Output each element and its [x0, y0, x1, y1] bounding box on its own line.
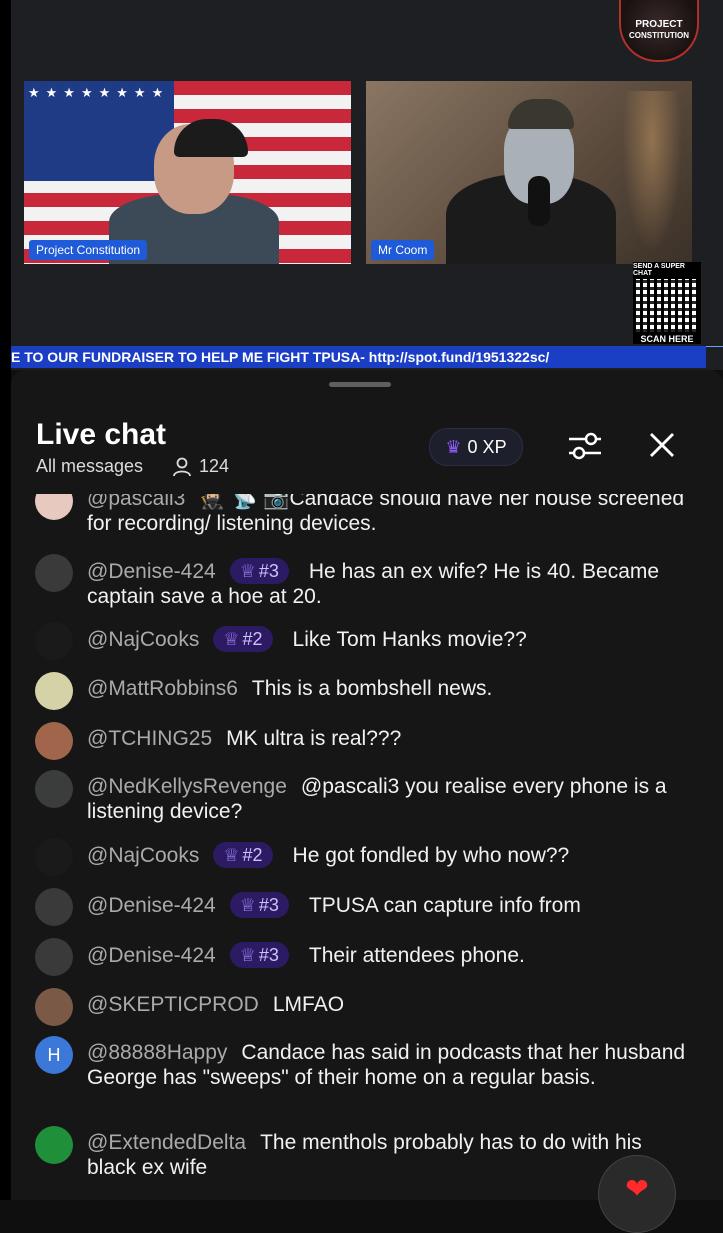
rank-badge-label: #3 [258, 945, 279, 965]
avatar[interactable]: H [35, 1036, 73, 1074]
guest-cap [508, 99, 574, 129]
camera-feed-1: ★★★★★★★★★★★★★★★★★★★★★★★★★★★★★★★★★★★★★★★★… [24, 81, 351, 264]
left-edge [0, 0, 11, 1200]
message-author[interactable]: @MattRobbins6 [87, 677, 238, 700]
message-author[interactable]: @Denise-424 [87, 894, 216, 917]
super-chat-qr: SEND A SUPER CHAT SCAN HERE [633, 262, 701, 344]
avatar[interactable] [35, 672, 73, 710]
message-body: @Denise-424 ♕ #3 He has an ex wife? He is 4… [87, 558, 695, 609]
message-list[interactable]: @pascali3 🥷🏼 📡 📷Candace should have her h… [11, 494, 723, 1200]
avatar[interactable] [35, 554, 73, 592]
logo-text-1: PROJECT [635, 19, 683, 30]
qr-caption-bottom: SCAN HERE [640, 334, 694, 344]
message-body: @NajCooks ♕ #2 Like Tom Hanks movie?? [87, 626, 695, 652]
heart-icon: ❤ [625, 1173, 649, 1204]
message-text: Their attendees phone. [308, 944, 525, 967]
avatar[interactable] [35, 838, 73, 876]
rank-badge-label: #2 [242, 845, 263, 865]
close-icon[interactable] [645, 428, 679, 462]
crown-icon: ♕ [239, 561, 256, 581]
viewer-count-value: 124 [199, 456, 230, 476]
stream-video[interactable]: PROJECT CONSTITUTION ★★★★★★★★★★★★★★★★★★★… [11, 0, 723, 370]
microphone [528, 176, 550, 226]
rank-badge: ♕ #3 [229, 942, 289, 968]
flag-stars: ★★★★★★★★★★★★★★★★★★★★★★★★★★★★★★★★★★★★★★★★… [28, 85, 170, 100]
avatar[interactable] [35, 988, 73, 1026]
rank-badge-label: #3 [258, 561, 279, 581]
rank-badge: ♕ #3 [229, 558, 289, 584]
tune-icon[interactable] [567, 430, 603, 462]
channel-logo: PROJECT CONSTITUTION [619, 0, 699, 62]
message-text: Like Tom Hanks movie?? [292, 628, 527, 651]
avatar[interactable] [35, 722, 73, 760]
message-body: @NajCooks ♕ #2 He got fondled by who now?? [87, 842, 695, 868]
cam2-name-tag: Mr Coom [371, 240, 435, 260]
logo-text-2: CONSTITUTION [629, 31, 689, 40]
avatar[interactable] [35, 888, 73, 926]
cam1-name-tag: Project Constitution [29, 240, 148, 260]
avatar[interactable] [35, 770, 73, 808]
message-author[interactable]: @pascali3 [87, 494, 185, 510]
message-author[interactable]: @88888Happy [87, 1041, 227, 1064]
message-author[interactable]: @TCHING25 [87, 727, 212, 750]
message-author[interactable]: @SKEPTICPROD [87, 993, 259, 1016]
message-body: @pascali3 🥷🏼 📡 📷Candace should have her h… [87, 494, 695, 536]
rank-badge: ♕ #2 [213, 626, 273, 652]
crown-icon: ♕ [223, 845, 240, 865]
avatar[interactable] [35, 1126, 73, 1164]
rank-badge: ♕ #2 [213, 842, 273, 868]
message-text: MK ultra is real??? [226, 727, 402, 750]
background-plant [622, 91, 682, 251]
crown-icon: ♛ [445, 436, 462, 457]
viewer-count: 124 [173, 456, 229, 477]
message-body: @NedKellysRevenge @pascali3 you realise e… [87, 774, 695, 824]
message-author[interactable]: @Denise-424 [87, 560, 216, 583]
message-text: LMFAO [272, 993, 345, 1016]
message-body: @Denise-424 ♕ #3 TPUSA can capture info fro… [87, 892, 695, 918]
xp-button[interactable]: ♛ 0 XP [429, 428, 523, 466]
live-chat-panel: Live chat All messages 124 ♛ 0 XP @pasca… [11, 370, 723, 1200]
avatar[interactable] [35, 622, 73, 660]
crown-icon: ♕ [239, 895, 256, 915]
message-author[interactable]: @NajCooks [87, 844, 199, 867]
fundraiser-ticker: E TO OUR FUNDRAISER TO HELP ME FIGHT TPU… [11, 346, 706, 368]
message-text: He got fondled by who now?? [292, 844, 570, 867]
message-text: This is a bombshell news. [251, 677, 493, 700]
message-body: @Denise-424 ♕ #3 Their attendees phone. [87, 942, 695, 968]
crown-icon: ♕ [223, 629, 240, 649]
message-body: @MattRobbins6 This is a bombshell news. [87, 676, 695, 701]
person-icon [173, 457, 191, 476]
avatar[interactable] [35, 494, 73, 520]
rank-badge-label: #3 [258, 895, 279, 915]
rank-badge: ♕ #3 [229, 892, 289, 918]
message-body: @TCHING25 MK ultra is real??? [87, 726, 695, 751]
message-author[interactable]: @ExtendedDelta [87, 1131, 246, 1154]
drag-handle[interactable] [329, 382, 391, 387]
avatar-letter: H [47, 1044, 61, 1065]
heart-reaction-button[interactable]: ❤ [598, 1155, 676, 1233]
avatar[interactable] [35, 938, 73, 976]
crown-icon: ♕ [239, 945, 256, 965]
rank-badge-label: #2 [242, 629, 263, 649]
camera-feed-2: Mr Coom [366, 81, 692, 264]
qr-code [636, 279, 698, 332]
qr-caption-top: SEND A SUPER CHAT [633, 263, 685, 277]
message-body: @SKEPTICPROD LMFAO [87, 992, 695, 1017]
flag-canton: ★★★★★★★★★★★★★★★★★★★★★★★★★★★★★★★★★★★★★★★★… [24, 81, 174, 181]
chat-filter-selector[interactable]: All messages [36, 456, 143, 477]
xp-label: 0 XP [467, 436, 507, 457]
message-author[interactable]: @NajCooks [87, 628, 199, 651]
message-author[interactable]: @NedKellysRevenge [87, 775, 287, 798]
message-author[interactable]: @Denise-424 [87, 944, 216, 967]
chat-title: Live chat [36, 418, 167, 451]
message-body: @88888Happy Candace has said in podcasts … [87, 1040, 695, 1090]
message-text: TPUSA can capture info from [308, 894, 581, 917]
